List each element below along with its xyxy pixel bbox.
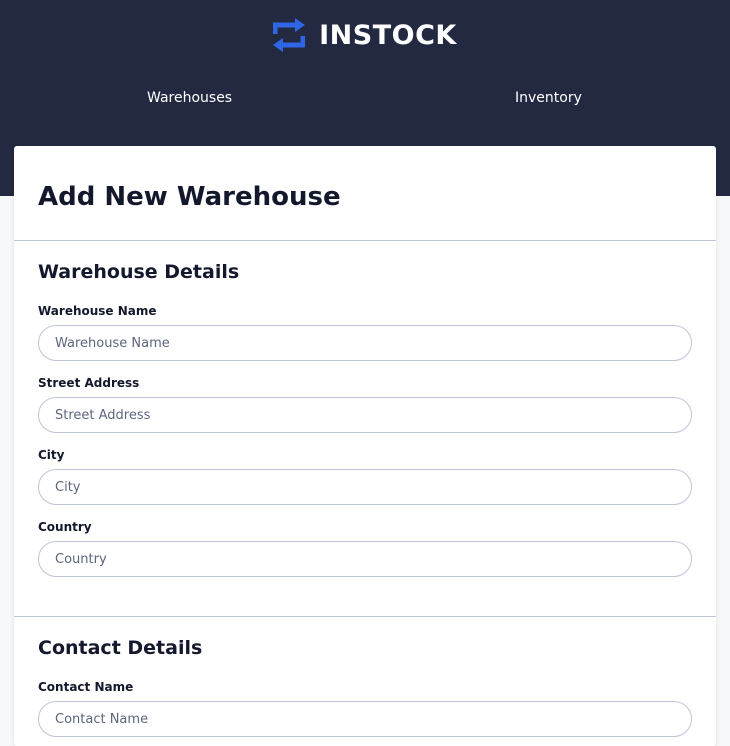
contact-details-title: Contact Details: [38, 637, 203, 659]
city-input[interactable]: [38, 469, 692, 505]
page-title: Add New Warehouse: [38, 182, 341, 212]
street-address-input[interactable]: [38, 397, 692, 433]
nav-inventory-link[interactable]: Inventory: [515, 90, 582, 106]
warehouse-name-input[interactable]: [38, 325, 692, 361]
street-address-label: Street Address: [38, 376, 140, 390]
country-label: Country: [38, 520, 92, 534]
warehouse-name-label: Warehouse Name: [38, 304, 157, 318]
country-input[interactable]: [38, 541, 692, 577]
contact-details-section: Contact Details Contact Name: [14, 617, 716, 737]
swap-arrows-icon: [273, 18, 306, 52]
card-header: Add New Warehouse: [14, 146, 716, 241]
logo[interactable]: INSTOCK: [0, 18, 730, 52]
add-warehouse-card: Add New Warehouse Warehouse Details Ware…: [14, 146, 716, 746]
contact-name-input[interactable]: [38, 701, 692, 737]
warehouse-details-title: Warehouse Details: [38, 261, 240, 283]
warehouse-details-section: Warehouse Details Warehouse Name Street …: [14, 241, 716, 617]
nav-warehouses-link[interactable]: Warehouses: [147, 90, 232, 106]
city-label: City: [38, 448, 65, 462]
contact-name-label: Contact Name: [38, 680, 134, 694]
brand-name: INSTOCK: [319, 19, 457, 51]
